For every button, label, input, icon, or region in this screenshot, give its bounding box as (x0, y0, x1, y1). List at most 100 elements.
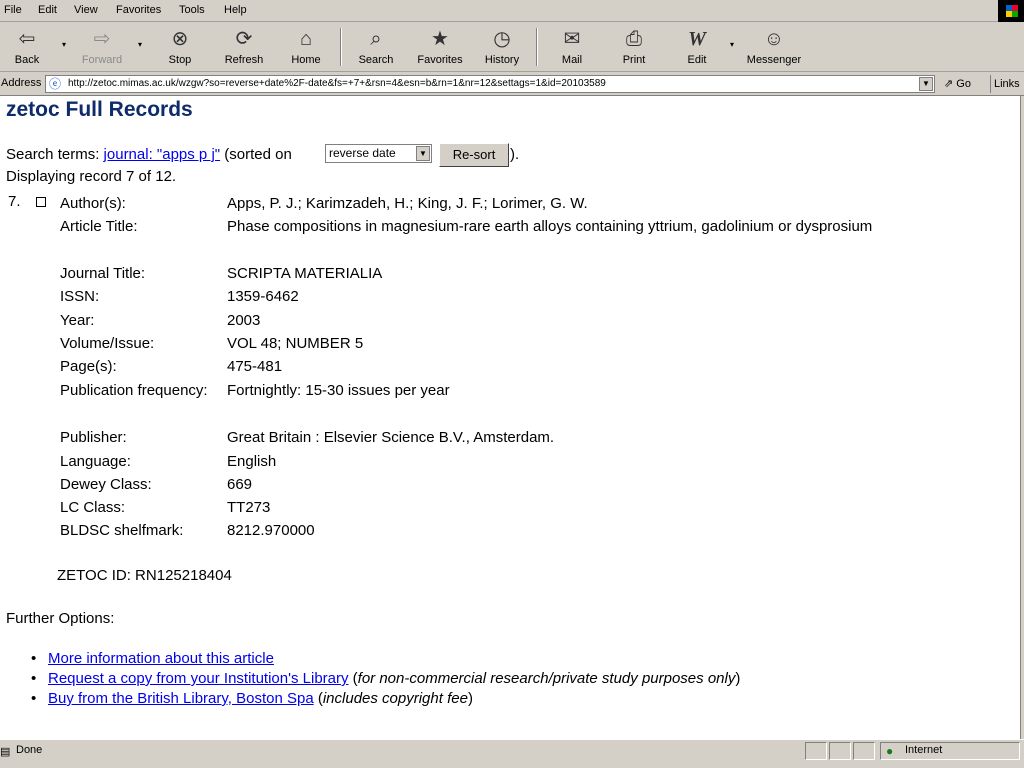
address-input[interactable]: ⓔ http://zetoc.mimas.ac.uk/wzgw?so=rever… (45, 75, 935, 93)
article-title-value: Phase compositions in magnesium-rare ear… (227, 218, 873, 235)
back-button[interactable]: ⇦ Back (6, 25, 48, 67)
year-label: Year: (60, 312, 95, 329)
record-number: 7. (8, 193, 21, 210)
menu-view[interactable]: View (74, 4, 98, 16)
security-zone-pane (880, 742, 1020, 760)
favorites-icon: ★ (431, 28, 449, 50)
record-count: Displaying record 7 of 12. (6, 168, 177, 185)
mail-button[interactable]: ✉ Mail (550, 25, 594, 67)
request-copy-note: for non-commercial research/private stud… (357, 670, 736, 687)
forward-dropdown-icon[interactable]: ▾ (138, 40, 142, 49)
journal-title-label: Journal Title: (60, 265, 146, 282)
menu-file[interactable]: File (4, 4, 22, 16)
lc-class-value: TT273 (227, 499, 271, 516)
address-bar: Address ⓔ http://zetoc.mimas.ac.uk/wzgw?… (0, 72, 1024, 96)
stop-icon: ⊗ (171, 28, 189, 50)
volume-issue-label: Volume/Issue: (60, 335, 155, 352)
ie-page-icon: ⓔ (49, 77, 62, 91)
history-icon: ◷ (493, 28, 511, 50)
search-icon: ⌕ (370, 28, 382, 50)
lc-class-label: LC Class: (60, 499, 126, 516)
publisher-value: Great Britain : Elsevier Science B.V., A… (227, 429, 555, 446)
toolbar-separator (536, 28, 538, 66)
address-label: Address (1, 77, 42, 89)
mail-icon: ✉ (563, 28, 581, 50)
bldsc-shelfmark-label: BLDSC shelfmark: (60, 522, 184, 539)
favorites-button[interactable]: ★ Favorites (412, 25, 468, 67)
history-label: History (484, 54, 520, 66)
request-copy-note-close: ) (735, 670, 741, 687)
back-dropdown-icon[interactable]: ▾ (62, 40, 66, 49)
toolbar: ⇦ Back ▾ ⇨ Forward ▾ ⊗ Stop ⟳ Refresh ⌂ … (0, 22, 1024, 72)
page-done-icon: ▤ (0, 746, 11, 758)
publication-frequency-value: Fortnightly: 15-30 issues per year (227, 382, 450, 399)
go-label: Go (956, 78, 971, 90)
publisher-label: Publisher: (60, 429, 127, 446)
toolbar-separator (340, 28, 342, 66)
page-title: zetoc Full Records (6, 98, 193, 121)
messenger-button[interactable]: ☺ Messenger (742, 25, 806, 67)
status-text: Done (16, 744, 43, 756)
back-arrow-icon: ⇦ (18, 28, 36, 50)
search-button[interactable]: ⌕ Search (352, 25, 400, 67)
home-button[interactable]: ⌂ Home (284, 25, 328, 67)
edit-label: Edit (687, 54, 707, 66)
buy-british-library-link[interactable]: Buy from the British Library, Boston Spa (48, 690, 314, 707)
page-content: zetoc Full Records Search terms: journal… (0, 96, 1020, 739)
author-value: Apps, P. J.; Karimzadeh, H.; King, J. F.… (227, 195, 588, 212)
search-terms-line: Search terms: journal: "apps p j" (sorte… (6, 146, 292, 163)
issn-label: ISSN: (60, 288, 100, 305)
favorites-label: Favorites (417, 54, 463, 66)
sort-select[interactable]: reverse date ▼ (325, 144, 432, 163)
dewey-class-value: 669 (227, 476, 253, 493)
go-arrow-icon: ⇗ (944, 78, 954, 90)
more-info-link[interactable]: More information about this article (48, 650, 274, 667)
menu-edit[interactable]: Edit (38, 4, 57, 16)
volume-issue-value: VOL 48; NUMBER 5 (227, 335, 364, 352)
zetoc-id: ZETOC ID: RN125218404 (57, 567, 232, 584)
further-options-list: More information about this article Requ… (6, 649, 740, 709)
sort-dropdown-icon[interactable]: ▼ (416, 146, 430, 161)
home-icon: ⌂ (299, 28, 313, 50)
language-value: English (227, 453, 277, 470)
menu-tools[interactable]: Tools (179, 4, 205, 16)
list-item: Request a copy from your Institution's L… (6, 669, 740, 689)
request-copy-link[interactable]: Request a copy from your Institution's L… (48, 670, 349, 687)
pages-value: 475-481 (227, 358, 283, 375)
resort-button[interactable]: Re-sort (439, 143, 509, 167)
address-url[interactable]: http://zetoc.mimas.ac.uk/wzgw?so=reverse… (68, 78, 606, 89)
refresh-button[interactable]: ⟳ Refresh (220, 25, 268, 67)
menu-favorites[interactable]: Favorites (116, 4, 161, 16)
edit-dropdown-icon[interactable]: ▾ (730, 40, 734, 49)
vertical-scrollbar[interactable] (1020, 96, 1024, 739)
issn-value: 1359-6462 (227, 288, 299, 305)
stop-label: Stop (168, 54, 192, 66)
forward-button[interactable]: ⇨ Forward (78, 25, 126, 67)
address-dropdown-icon[interactable]: ▼ (919, 77, 933, 91)
list-item: Buy from the British Library, Boston Spa… (6, 689, 740, 709)
publication-frequency-label: Publication frequency: (60, 382, 208, 399)
back-label: Back (14, 54, 40, 66)
menu-help[interactable]: Help (224, 4, 247, 16)
history-button[interactable]: ◷ History (480, 25, 524, 67)
forward-arrow-icon: ⇨ (93, 28, 111, 50)
go-button[interactable]: ⇗ Go (944, 77, 971, 90)
record-checkbox[interactable] (36, 197, 46, 207)
stop-button[interactable]: ⊗ Stop (160, 25, 200, 67)
status-pane (853, 742, 875, 760)
pages-label: Page(s): (60, 358, 117, 375)
messenger-label: Messenger (746, 54, 802, 66)
messenger-icon: ☺ (763, 28, 785, 50)
search-terms-link[interactable]: journal: "apps p j" (104, 146, 221, 163)
bldsc-shelfmark-value: 8212.970000 (227, 522, 315, 539)
refresh-label: Refresh (224, 54, 264, 66)
mail-label: Mail (561, 54, 583, 66)
status-pane (805, 742, 827, 760)
home-label: Home (291, 54, 321, 66)
menu-bar: File Edit View Favorites Tools Help (0, 0, 1024, 22)
links-button[interactable]: Links (990, 75, 1023, 93)
print-button[interactable]: ⎙ Print (614, 25, 654, 67)
buy-note-close: ) (467, 690, 473, 707)
security-zone-label: Internet (905, 744, 943, 756)
edit-button[interactable]: W Edit (680, 25, 714, 67)
